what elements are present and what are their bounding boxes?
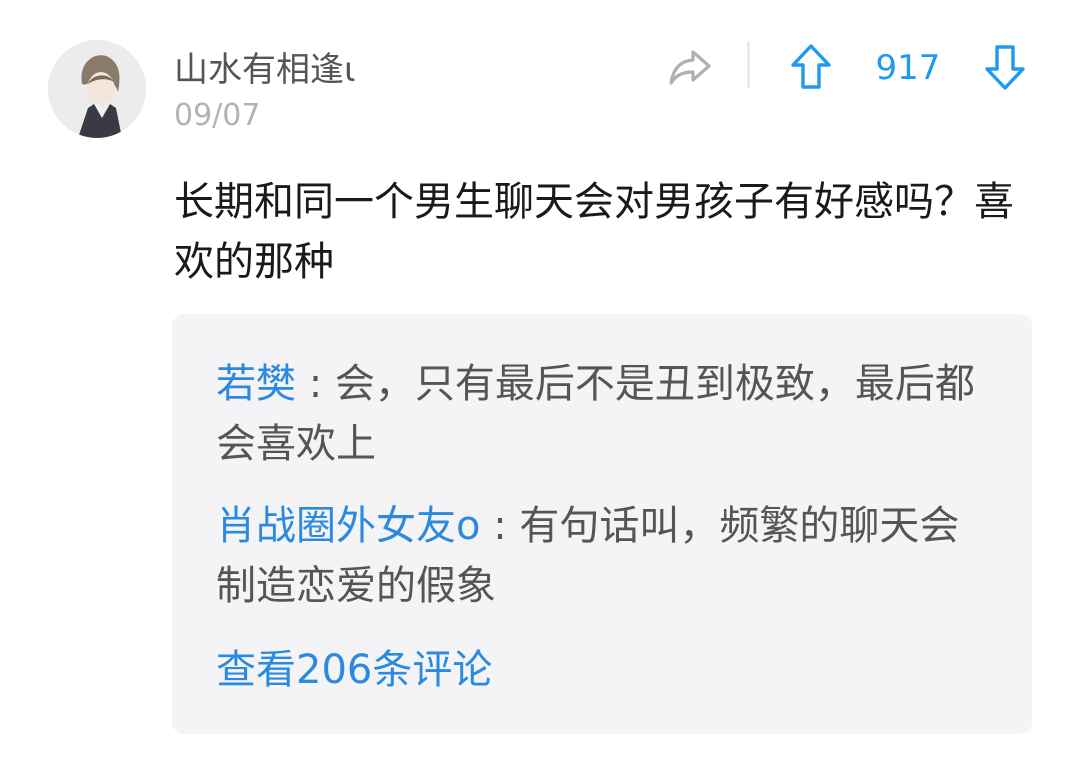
post-date: 09/07 [174, 98, 261, 133]
post-content[interactable]: 长期和同一个男生聊天会对男孩子有好感吗？喜欢的那种 [174, 172, 1014, 292]
arrow-up-icon [791, 44, 831, 89]
comments-preview[interactable]: 若樊 : 会，只有最后不是丑到极致，最后都会喜欢上 肖战圈外女友o : 有句话叫… [172, 314, 1032, 734]
vote-count: 917 [875, 48, 941, 88]
comment-author[interactable]: 肖战圈外女友o [216, 503, 480, 549]
view-all-comments-link[interactable]: 查看206条评论 [216, 640, 492, 700]
comment-separator: : [296, 361, 335, 407]
share-icon [669, 50, 711, 85]
author-name[interactable]: 山水有相逢ι [174, 46, 356, 94]
avatar-illustration [48, 40, 146, 138]
comment-item[interactable]: 若樊 : 会，只有最后不是丑到极致，最后都会喜欢上 [216, 354, 976, 474]
avatar[interactable] [48, 40, 146, 138]
comment-item[interactable]: 肖战圈外女友o : 有句话叫，频繁的聊天会制造恋爱的假象 [216, 496, 976, 616]
comment-separator: : [480, 503, 520, 549]
comment-author[interactable]: 若樊 [216, 361, 296, 407]
upvote-button[interactable] [782, 38, 840, 96]
share-button[interactable] [662, 40, 718, 96]
downvote-button[interactable] [976, 38, 1034, 96]
arrow-down-icon [985, 45, 1025, 90]
post-card: 山水有相逢ι 09/07 917 长期和同一个男生聊天会对男孩子有好感吗？喜欢的… [0, 0, 1080, 764]
toolbar-divider [747, 42, 750, 88]
